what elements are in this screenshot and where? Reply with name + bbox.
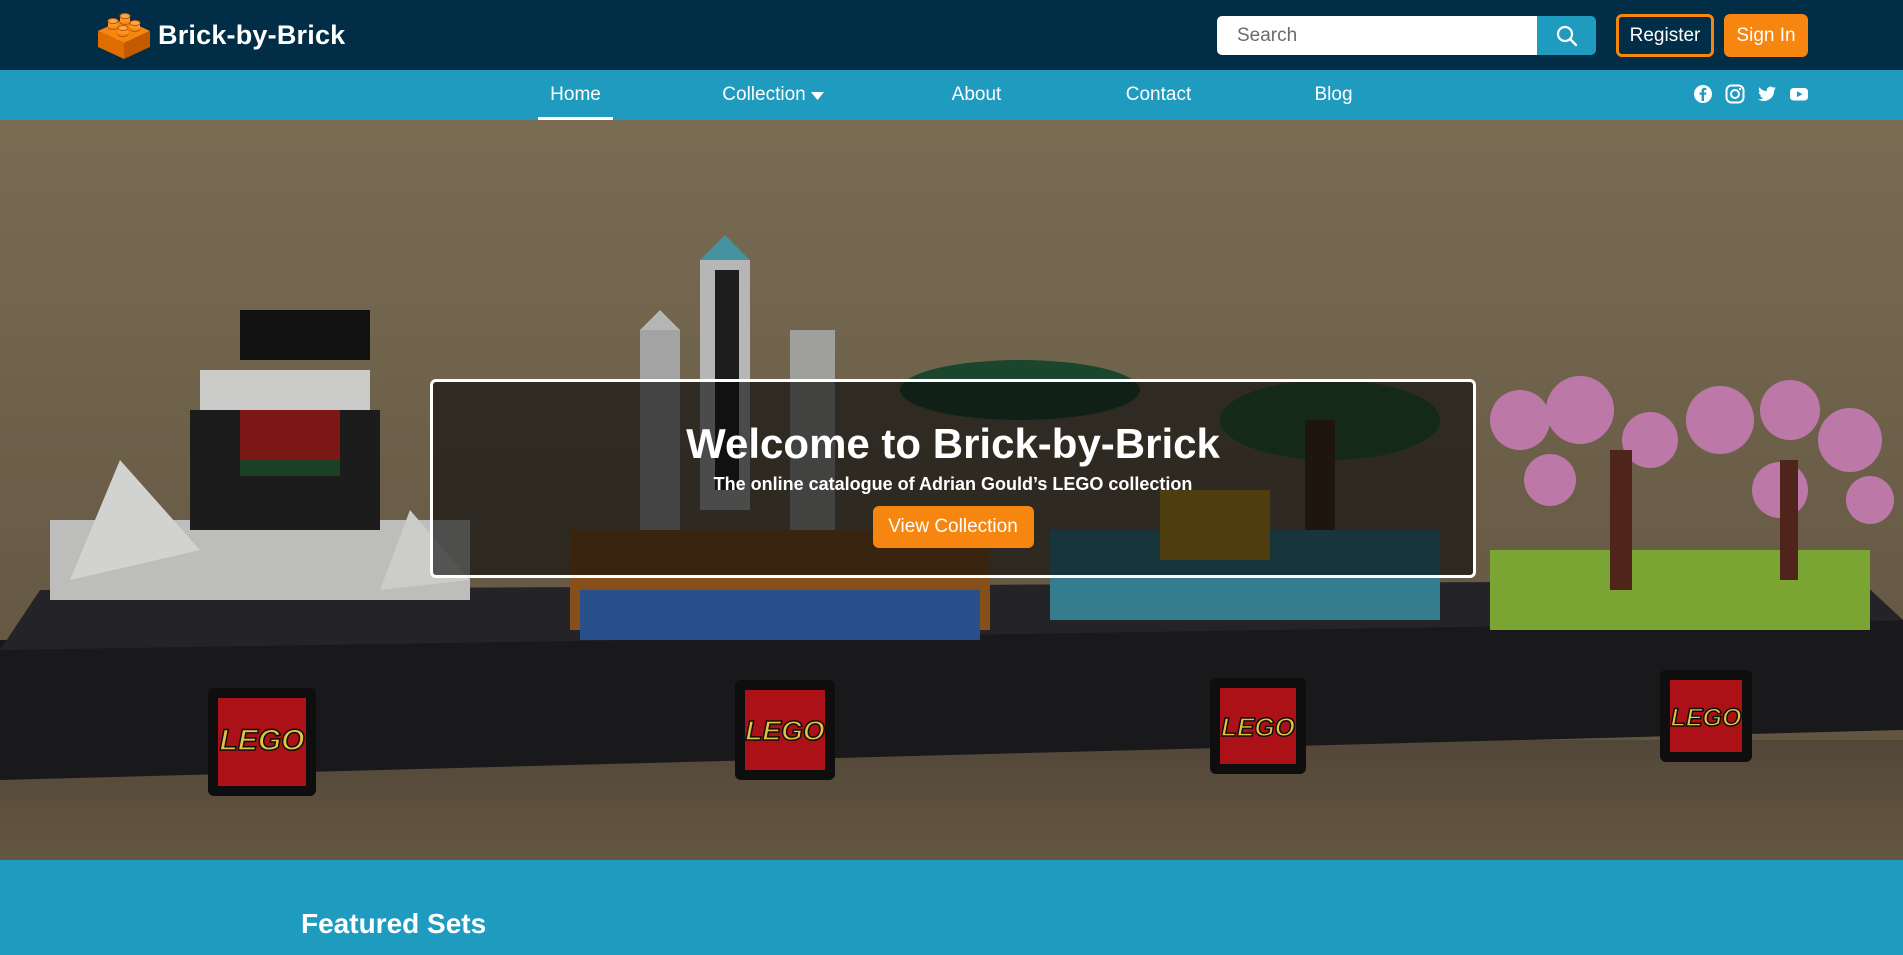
nav-item-about[interactable]: About <box>945 70 1008 120</box>
brick-logo-icon <box>98 13 150 59</box>
social-links <box>1693 84 1809 106</box>
brand-link[interactable]: Brick-by-Brick <box>94 10 345 60</box>
brand-name: Brick-by-Brick <box>158 19 346 50</box>
caret-down-icon <box>810 91 824 100</box>
search-form <box>1217 16 1596 55</box>
section-title: Featured Sets <box>301 908 487 939</box>
hero-title: Welcome to Brick-by-Brick <box>686 420 1220 467</box>
nav-item-label: Contact <box>1125 84 1192 105</box>
nav-item-label: Collection <box>722 84 806 105</box>
nav-item-blog[interactable]: Blog <box>1311 70 1356 120</box>
instagram-icon[interactable] <box>1725 84 1745 104</box>
hero-card: Welcome to Brick-by-Brick The online cat… <box>430 379 1476 578</box>
hero-banner: LEGO LEGO LEGO LEGO Welcome to Brick-by-… <box>0 120 1903 860</box>
sign-in-button[interactable]: Sign In <box>1724 14 1808 57</box>
featured-sets-section: Featured Sets <box>0 860 1903 955</box>
nav-item-home[interactable]: Home <box>538 70 613 120</box>
facebook-icon[interactable] <box>1693 84 1713 104</box>
youtube-icon[interactable] <box>1789 84 1809 104</box>
nav-item-label: About <box>951 84 1002 105</box>
top-header: Brick-by-Brick Register Sign In <box>0 0 1903 70</box>
hero-subtitle: The online catalogue of Adrian Gould’s L… <box>713 474 1193 494</box>
nav-item-contact[interactable]: Contact <box>1122 70 1195 120</box>
main-nav: Home Collection About Contact Blog <box>0 70 1903 120</box>
search-icon <box>1556 25 1577 46</box>
search-button[interactable] <box>1537 16 1596 55</box>
nav-item-collection[interactable]: Collection <box>718 70 828 120</box>
search-input[interactable] <box>1217 16 1537 55</box>
nav-item-label: Home <box>550 84 601 105</box>
nav-item-label: Blog <box>1314 84 1353 105</box>
view-collection-button[interactable]: View Collection <box>872 506 1034 548</box>
twitter-icon[interactable] <box>1757 84 1777 104</box>
register-button[interactable]: Register <box>1616 14 1714 57</box>
